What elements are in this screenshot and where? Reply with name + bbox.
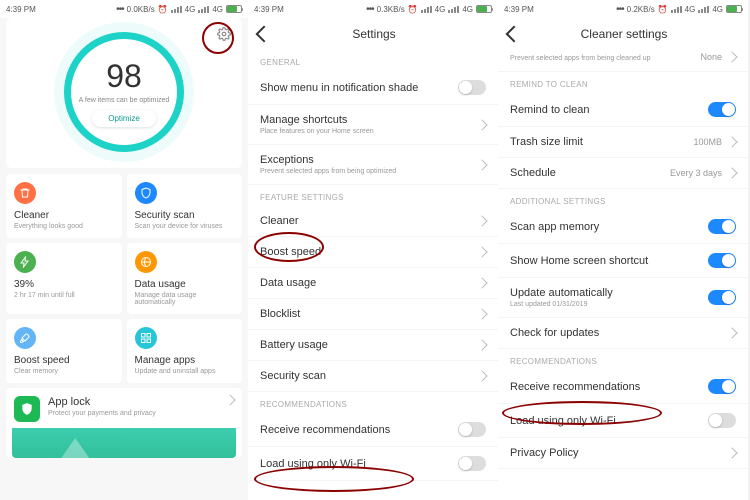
card-title: Manage apps <box>135 355 235 366</box>
row-show-menu[interactable]: Show menu in notification shade <box>248 71 498 105</box>
section-additional: ADDITIONAL SETTINGS <box>498 189 748 210</box>
chevron-right-icon <box>476 215 487 226</box>
section-feature: FEATURE SETTINGS <box>248 185 498 206</box>
chevron-right-icon <box>726 167 737 178</box>
app-lock-card[interactable]: App lock Protect your payments and priva… <box>6 388 242 458</box>
shield-icon <box>135 182 157 204</box>
toggle[interactable] <box>708 219 736 234</box>
row-home-shortcut[interactable]: Show Home screen shortcut <box>498 244 748 278</box>
phone-settings: 4:39 PM ••• 0.3KB/s ⏰ 4G 4G Settings GEN… <box>248 0 498 500</box>
row-cleaner[interactable]: Cleaner <box>248 206 498 237</box>
row-scan-memory[interactable]: Scan app memory <box>498 210 748 244</box>
row-blocklist[interactable]: Blocklist <box>248 299 498 330</box>
applock-title: App lock <box>48 396 218 408</box>
phone-security-home: 4:39 PM ••• 0.0KB/s ⏰ 4G 4G 98 A few ite… <box>0 0 248 500</box>
statusbar: 4:39 PM ••• 0.0KB/s ⏰ 4G 4G <box>0 0 248 18</box>
bolt-icon <box>14 251 36 273</box>
card-sub: Manage data usage automatically <box>135 292 235 306</box>
data-icon <box>135 251 157 273</box>
card-sub: Everything looks good <box>14 223 114 230</box>
row-manage-shortcuts[interactable]: Manage shortcutsPlace features on your H… <box>248 105 498 145</box>
section-remind: REMIND TO CLEAN <box>498 72 748 93</box>
more-icon: ••• <box>116 4 124 15</box>
score-ring: 98 A few items can be optimized Optimize <box>64 32 184 152</box>
card-trash[interactable]: Cleaner Everything looks good <box>6 174 122 238</box>
card-bolt[interactable]: 39% 2 hr 17 min until full <box>6 243 122 314</box>
chevron-right-icon <box>476 277 487 288</box>
card-apps[interactable]: Manage apps Update and uninstall apps <box>127 319 243 383</box>
card-rocket[interactable]: Boost speed Clear memory <box>6 319 122 383</box>
chevron-right-icon <box>476 246 487 257</box>
card-title: Cleaner <box>14 210 114 221</box>
card-title: Data usage <box>135 279 235 290</box>
gear-icon <box>217 27 231 41</box>
chevron-right-icon <box>726 447 737 458</box>
card-title: Boost speed <box>14 355 114 366</box>
chevron-right-icon <box>476 370 487 381</box>
header: Settings <box>248 18 498 50</box>
card-data[interactable]: Data usage Manage data usage automatical… <box>127 243 243 314</box>
row-battery usage[interactable]: Battery usage <box>248 330 498 361</box>
toggle[interactable] <box>708 290 736 305</box>
section-recommendations: RECOMMENDATIONS <box>248 392 498 413</box>
row-receive-recommendations[interactable]: Receive recommendations <box>498 370 748 404</box>
trash-icon <box>14 182 36 204</box>
settings-button[interactable] <box>214 24 234 44</box>
header: Cleaner settings <box>498 18 748 50</box>
section-recommendations: RECOMMENDATIONS <box>498 349 748 370</box>
row-boost speed[interactable]: Boost speed <box>248 237 498 268</box>
score-subtitle: A few items can be optimized <box>79 97 170 104</box>
phone-cleaner-settings: 4:39 PM ••• 0.2KB/s ⏰ 4G 4G Cleaner sett… <box>498 0 748 500</box>
toggle[interactable] <box>458 422 486 437</box>
page-title: Settings <box>260 27 488 41</box>
card-sub: Clear memory <box>14 368 114 375</box>
rocket-icon <box>14 327 36 349</box>
row-schedule[interactable]: ScheduleEvery 3 days <box>498 158 748 189</box>
toggle[interactable] <box>708 379 736 394</box>
row-wifi-only[interactable]: Load using only Wi-Fi <box>248 447 498 481</box>
toggle[interactable] <box>708 253 736 268</box>
illustration <box>12 428 236 458</box>
row-check-updates[interactable]: Check for updates <box>498 318 748 349</box>
row-prevent-apps[interactable]: Prevent selected apps from being cleaned… <box>498 50 748 72</box>
row-exceptions[interactable]: ExceptionsPrevent selected apps from bei… <box>248 145 498 185</box>
toggle[interactable] <box>458 456 486 471</box>
chevron-right-icon <box>726 136 737 147</box>
chevron-right-icon <box>476 308 487 319</box>
row-receive-recommendations[interactable]: Receive recommendations <box>248 413 498 447</box>
chevron-right-icon <box>476 119 487 130</box>
card-sub: Update and uninstall apps <box>135 368 235 375</box>
card-title: 39% <box>14 279 114 290</box>
card-title: Security scan <box>135 210 235 221</box>
card-sub: 2 hr 17 min until full <box>14 292 114 299</box>
chevron-right-icon <box>726 327 737 338</box>
toggle[interactable] <box>458 80 486 95</box>
row-wifi-only[interactable]: Load using only Wi-Fi <box>498 404 748 438</box>
row-update-auto[interactable]: Update automaticallyLast updated 01/31/2… <box>498 278 748 318</box>
chevron-right-icon <box>726 51 737 62</box>
toggle[interactable] <box>708 413 736 428</box>
row-remind-clean[interactable]: Remind to clean <box>498 93 748 127</box>
row-trash-limit[interactable]: Trash size limit100MB <box>498 127 748 158</box>
chevron-right-icon <box>224 394 235 405</box>
chevron-right-icon <box>476 159 487 170</box>
applock-sub: Protect your payments and privacy <box>48 410 218 417</box>
statusbar: 4:39 PM ••• 0.3KB/s ⏰ 4G 4G <box>248 0 498 18</box>
apps-icon <box>135 327 157 349</box>
section-general: GENERAL <box>248 50 498 71</box>
score-card: 98 A few items can be optimized Optimize <box>6 18 242 168</box>
card-sub: Scan your device for viruses <box>135 223 235 230</box>
row-privacy-policy[interactable]: Privacy Policy <box>498 438 748 469</box>
optimize-button[interactable]: Optimize <box>92 110 156 127</box>
card-shield[interactable]: Security scan Scan your device for virus… <box>127 174 243 238</box>
row-data usage[interactable]: Data usage <box>248 268 498 299</box>
row-security scan[interactable]: Security scan <box>248 361 498 392</box>
statusbar: 4:39 PM ••• 0.2KB/s ⏰ 4G 4G <box>498 0 748 18</box>
shield-icon <box>14 396 40 422</box>
page-title: Cleaner settings <box>510 27 738 41</box>
toggle[interactable] <box>708 102 736 117</box>
chevron-right-icon <box>476 339 487 350</box>
score-value: 98 <box>106 58 142 95</box>
